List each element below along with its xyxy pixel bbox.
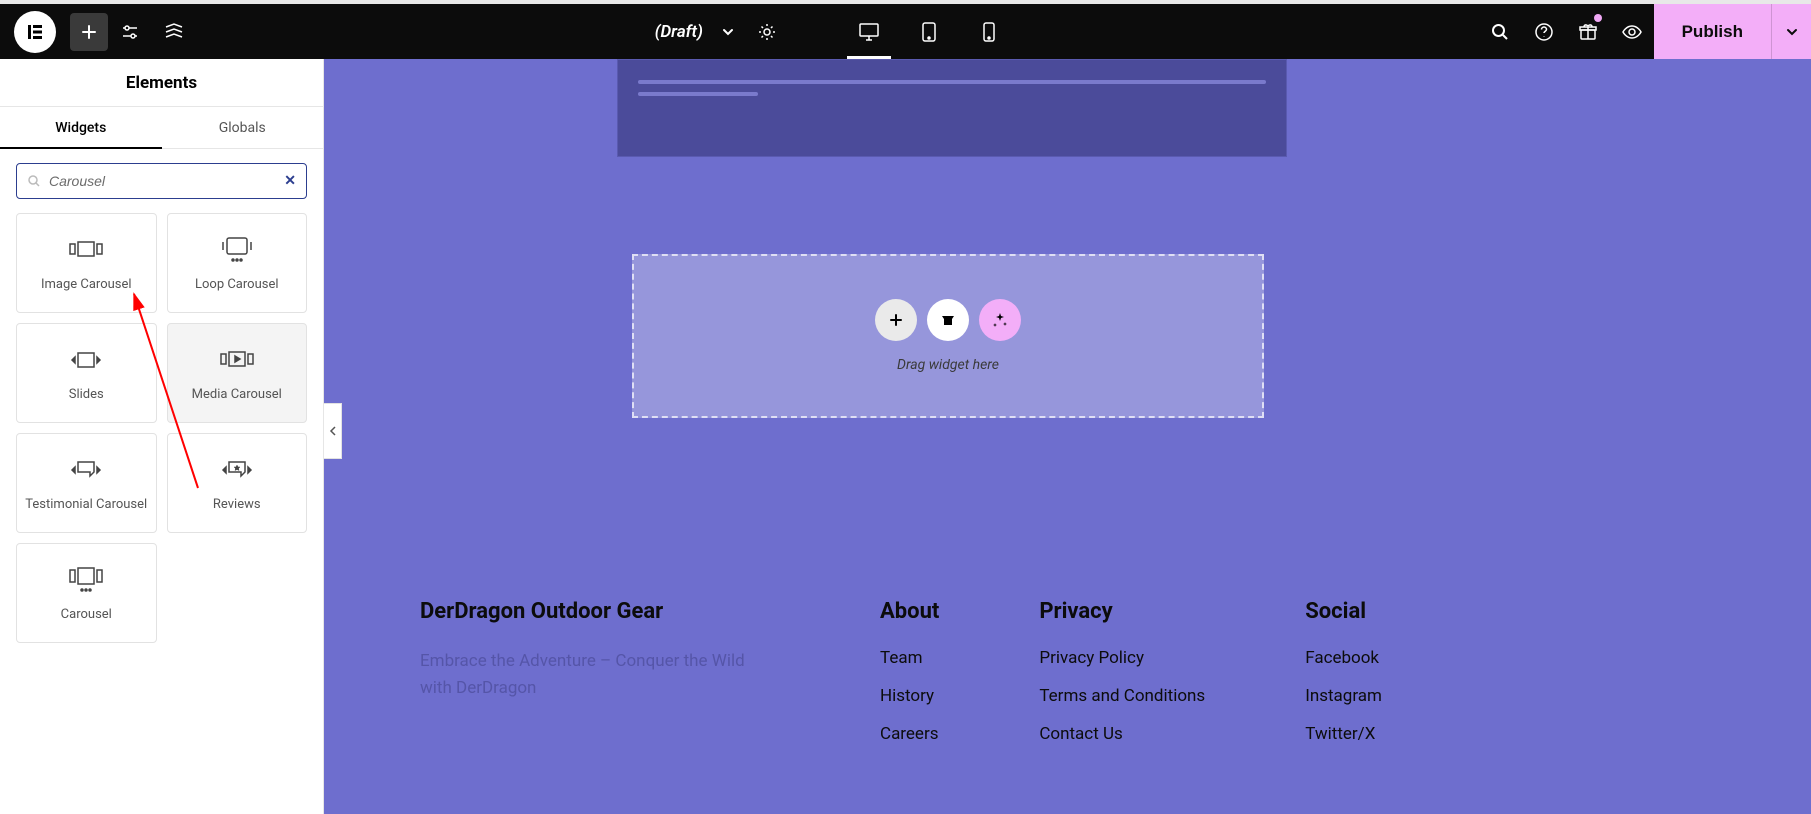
- publish-button[interactable]: Publish: [1654, 4, 1771, 59]
- tab-globals[interactable]: Globals: [162, 107, 324, 148]
- widget-slides[interactable]: Slides: [16, 323, 157, 423]
- tab-widgets[interactable]: Widgets: [0, 107, 162, 148]
- add-widget-button[interactable]: [875, 299, 917, 341]
- footer-link[interactable]: History: [880, 686, 939, 706]
- empty-section-dropzone[interactable]: Drag widget here: [632, 254, 1264, 418]
- editor-canvas[interactable]: Drag widget here DerDragon Outdoor Gear …: [324, 59, 1811, 814]
- settings-sliders-icon[interactable]: [108, 4, 152, 59]
- widget-label: Loop Carousel: [195, 277, 279, 292]
- ai-button[interactable]: [979, 299, 1021, 341]
- placeholder-line: [638, 92, 758, 96]
- publish-dropdown[interactable]: [1771, 4, 1811, 59]
- footer-link[interactable]: Twitter/X: [1305, 724, 1382, 744]
- widget-search-box: ✕: [16, 163, 307, 199]
- footer-heading[interactable]: Privacy: [1039, 599, 1205, 624]
- elements-panel: Elements Widgets Globals ✕: [0, 59, 324, 814]
- slides-icon: [66, 345, 106, 375]
- notification-dot: [1594, 14, 1602, 22]
- widget-media-carousel[interactable]: Media Carousel: [167, 323, 308, 423]
- widget-reviews[interactable]: Reviews: [167, 433, 308, 533]
- widget-label: Carousel: [61, 607, 112, 622]
- elementor-logo[interactable]: [14, 11, 56, 53]
- footer-link[interactable]: Careers: [880, 724, 939, 744]
- search-icon: [27, 174, 41, 188]
- topbar: (Draft): [0, 4, 1811, 59]
- clear-search-icon[interactable]: ✕: [284, 173, 296, 189]
- loop-carousel-icon: [217, 235, 257, 265]
- structure-icon[interactable]: [152, 4, 196, 59]
- widget-label: Reviews: [213, 497, 261, 512]
- footer-brand-title[interactable]: DerDragon Outdoor Gear: [420, 599, 780, 624]
- panel-title: Elements: [0, 59, 323, 107]
- panel-collapse-handle[interactable]: [324, 403, 342, 459]
- chevron-down-icon[interactable]: [721, 25, 735, 39]
- widget-label: Image Carousel: [41, 277, 132, 292]
- footer-link[interactable]: Contact Us: [1039, 724, 1205, 744]
- footer-tagline[interactable]: Embrace the Adventure – Conquer the Wild…: [420, 648, 780, 702]
- widget-label: Slides: [69, 387, 104, 402]
- widget-image-carousel[interactable]: Image Carousel: [16, 213, 157, 313]
- add-element-button[interactable]: [70, 13, 108, 51]
- footer-heading[interactable]: Social: [1305, 599, 1382, 624]
- widget-loop-carousel[interactable]: Loop Carousel: [167, 213, 308, 313]
- tablet-view-button[interactable]: [899, 4, 959, 59]
- widget-label: Media Carousel: [192, 387, 282, 402]
- testimonial-carousel-icon: [66, 455, 106, 485]
- mobile-view-button[interactable]: [959, 4, 1019, 59]
- footer-link[interactable]: Terms and Conditions: [1039, 686, 1205, 706]
- page-footer: DerDragon Outdoor Gear Embrace the Adven…: [420, 599, 1771, 762]
- widget-label: Testimonial Carousel: [25, 497, 147, 512]
- footer-heading[interactable]: About: [880, 599, 939, 624]
- panel-tabs: Widgets Globals: [0, 107, 323, 149]
- whats-new-icon[interactable]: [1566, 4, 1610, 59]
- footer-link[interactable]: Privacy Policy: [1039, 648, 1205, 668]
- help-icon[interactable]: [1522, 4, 1566, 59]
- add-template-button[interactable]: [927, 299, 969, 341]
- carousel-icon: [66, 565, 106, 595]
- image-carousel-icon: [66, 235, 106, 265]
- document-status[interactable]: (Draft): [655, 22, 703, 42]
- desktop-view-button[interactable]: [839, 4, 899, 59]
- placeholder-line: [638, 80, 1266, 84]
- widget-search-input[interactable]: [49, 173, 284, 189]
- footer-link[interactable]: Instagram: [1305, 686, 1382, 706]
- media-carousel-icon: [217, 345, 257, 375]
- dropzone-text: Drag widget here: [897, 357, 999, 373]
- footer-link[interactable]: Facebook: [1305, 648, 1382, 668]
- hero-section-placeholder[interactable]: [617, 59, 1287, 157]
- finder-search-icon[interactable]: [1478, 4, 1522, 59]
- widget-testimonial-carousel[interactable]: Testimonial Carousel: [16, 433, 157, 533]
- reviews-icon: [217, 455, 257, 485]
- preview-icon[interactable]: [1610, 4, 1654, 59]
- widget-carousel[interactable]: Carousel: [16, 543, 157, 643]
- page-settings-icon[interactable]: [745, 4, 789, 59]
- footer-link[interactable]: Team: [880, 648, 939, 668]
